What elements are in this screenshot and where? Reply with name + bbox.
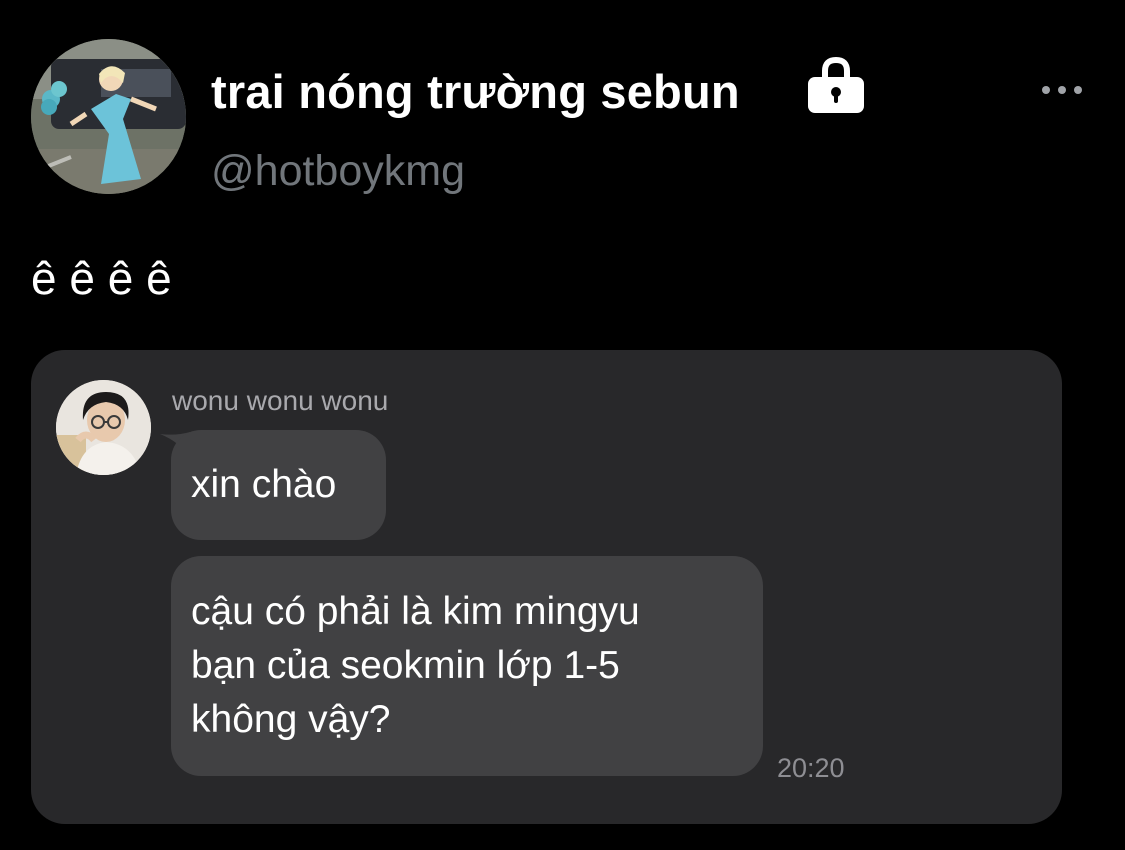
more-horizontal-icon[interactable] xyxy=(1040,80,1084,100)
chat-message-line: cậu có phải là kim mingyu xyxy=(191,590,640,633)
chat-timestamp: 20:20 xyxy=(777,753,845,783)
chat-message-bubble: xin chào xyxy=(171,430,386,540)
lock-icon xyxy=(808,56,864,113)
chat-message-line: bạn của seokmin lớp 1-5 xyxy=(191,644,620,687)
tweet-text: ê ê ê ê xyxy=(31,252,172,304)
elsa-costume-avatar-icon xyxy=(31,39,186,194)
chat-message-line: không vậy? xyxy=(191,698,391,741)
sender-avatar xyxy=(56,380,151,475)
profile-avatar[interactable] xyxy=(31,39,186,194)
chat-sender-name: wonu wonu wonu xyxy=(172,385,389,416)
chat-message-bubble: cậu có phải là kim mingyu bạn của seokmi… xyxy=(171,556,763,776)
display-name[interactable]: trai nóng trường sebun xyxy=(211,64,740,120)
chat-message-text: xin chào xyxy=(191,463,337,506)
user-handle[interactable]: @hotboykmg xyxy=(211,145,465,197)
boy-with-glasses-avatar-icon xyxy=(56,380,151,475)
